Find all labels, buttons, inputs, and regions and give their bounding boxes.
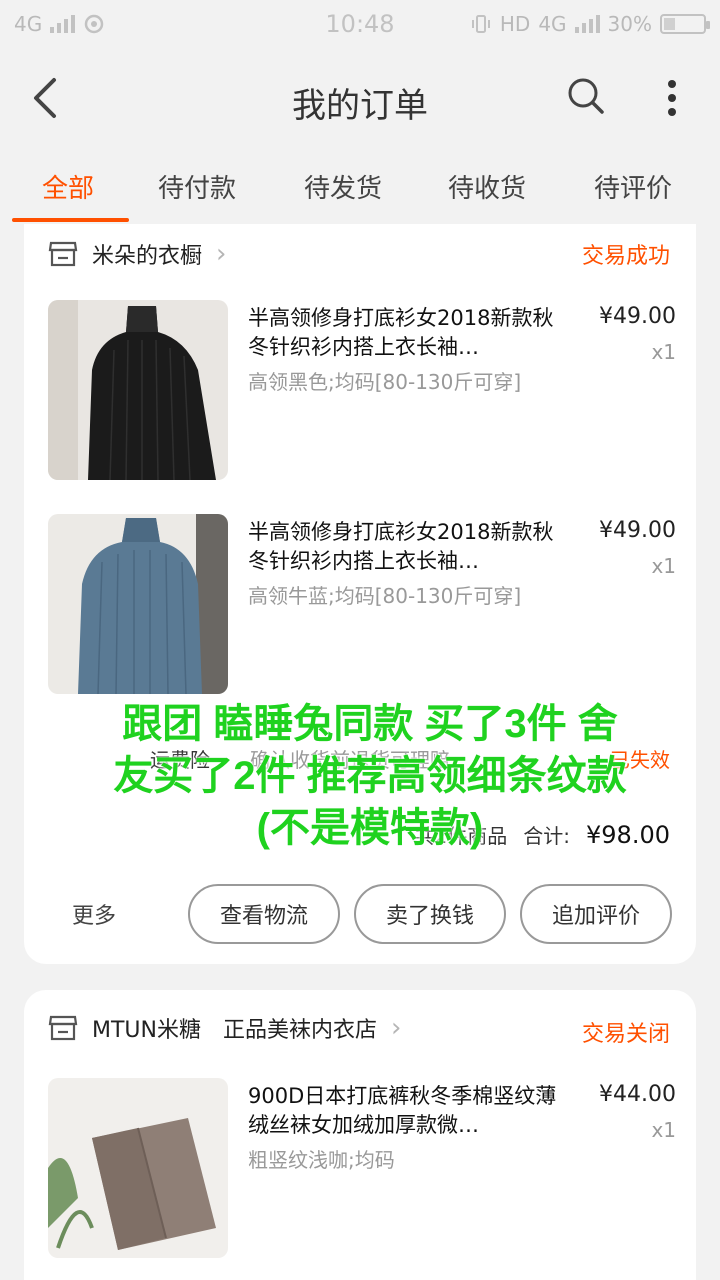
overlay-line: 友买了2件 推荐高领细条纹款 — [113, 754, 627, 798]
shop-header[interactable]: 米朵的衣橱 › — [48, 234, 226, 274]
tab-pending-payment[interactable]: 待付款 — [158, 168, 236, 205]
product-image-blue-sweater[interactable] — [48, 514, 228, 694]
product-title[interactable]: 半高领修身打底衫女2018新款秋冬针织衫内搭上衣长袖… — [248, 304, 568, 362]
status-bar: 4G 10:48 HD 4G 30% — [0, 0, 720, 50]
network-indicator: 4G — [538, 12, 567, 36]
tab-pending-shipment[interactable]: 待发货 — [304, 168, 382, 205]
hd-indicator: HD — [499, 12, 531, 36]
order-status: 交易成功 — [581, 244, 670, 269]
product-image-black-sweater[interactable] — [48, 300, 228, 480]
product-price: ¥44.00 — [599, 1082, 676, 1107]
shop-name: 米朵的衣橱 — [92, 244, 203, 269]
more-vertical-icon[interactable] — [660, 76, 684, 120]
order-item[interactable]: 900D日本打底裤秋冬季棉竖纹薄绒丝袜女加绒加厚款微… 粗竖纹浅咖;均码 ¥44… — [48, 1078, 676, 1258]
battery-icon — [660, 14, 710, 34]
shop-name: MTUN米糖 正品美袜内衣店 — [92, 1018, 377, 1043]
overlay-line: (不是模特款) — [256, 806, 484, 850]
view-logistics-button[interactable]: 查看物流 — [188, 884, 340, 944]
order-item[interactable]: 半高领修身打底衫女2018新款秋冬针织衫内搭上衣长袖… 高领黑色;均码[80-1… — [48, 300, 676, 480]
vibrate-icon — [471, 15, 490, 33]
overlay-line: 跟团 瞌睡兔同款 买了3件 舍 — [122, 702, 618, 746]
product-price: ¥49.00 — [599, 304, 676, 329]
product-quantity: x1 — [651, 554, 676, 578]
sell-for-cash-button[interactable]: 卖了换钱 — [354, 884, 506, 944]
search-icon[interactable] — [566, 76, 606, 116]
store-icon — [48, 1015, 78, 1041]
product-sku: 高领牛蓝;均码[80-130斤可穿] — [248, 584, 522, 608]
shop-header[interactable]: MTUN米糖 正品美袜内衣店 › — [48, 1008, 401, 1048]
product-price: ¥49.00 — [599, 518, 676, 543]
chevron-right-icon: › — [216, 239, 227, 269]
overlay-caption: 跟团 瞌睡兔同款 买了3件 舍 友买了2件 推荐高领细条纹款 (不是模特款) — [40, 698, 700, 854]
order-tabs: 全部 待付款 待发货 待收货 待评价 — [0, 150, 720, 224]
product-title[interactable]: 900D日本打底裤秋冬季棉竖纹薄绒丝袜女加绒加厚款微… — [248, 1082, 568, 1140]
order-status: 交易关闭 — [581, 1022, 670, 1047]
tab-all[interactable]: 全部 — [42, 168, 94, 205]
add-review-button[interactable]: 追加评价 — [520, 884, 672, 944]
order-item[interactable]: 半高领修身打底衫女2018新款秋冬针织衫内搭上衣长袖… 高领牛蓝;均码[80-1… — [48, 514, 676, 694]
tab-pending-review[interactable]: 待评价 — [594, 168, 672, 205]
tab-pending-receipt[interactable]: 待收货 — [448, 168, 526, 205]
active-tab-indicator — [12, 218, 129, 222]
signal-icon-2 — [574, 15, 600, 33]
more-button[interactable]: 更多 — [72, 898, 116, 930]
product-quantity: x1 — [651, 1118, 676, 1142]
order-actions: 更多 查看物流 卖了换钱 追加评价 — [24, 884, 696, 946]
chevron-right-icon: › — [390, 1013, 402, 1043]
page-title: 我的订单 — [292, 86, 428, 126]
navigation-bar: 我的订单 — [0, 50, 720, 146]
product-sku: 粗竖纹浅咖;均码 — [248, 1148, 395, 1172]
product-image-tights[interactable] — [48, 1078, 228, 1258]
product-quantity: x1 — [651, 340, 676, 364]
order-card: MTUN米糖 正品美袜内衣店 › 交易关闭 900D日本打底裤秋冬季棉竖纹薄绒丝… — [24, 990, 696, 1280]
product-sku: 高领黑色;均码[80-130斤可穿] — [248, 370, 522, 394]
store-icon — [48, 241, 78, 267]
product-title[interactable]: 半高领修身打底衫女2018新款秋冬针织衫内搭上衣长袖… — [248, 518, 568, 576]
battery-percent: 30% — [607, 12, 652, 36]
